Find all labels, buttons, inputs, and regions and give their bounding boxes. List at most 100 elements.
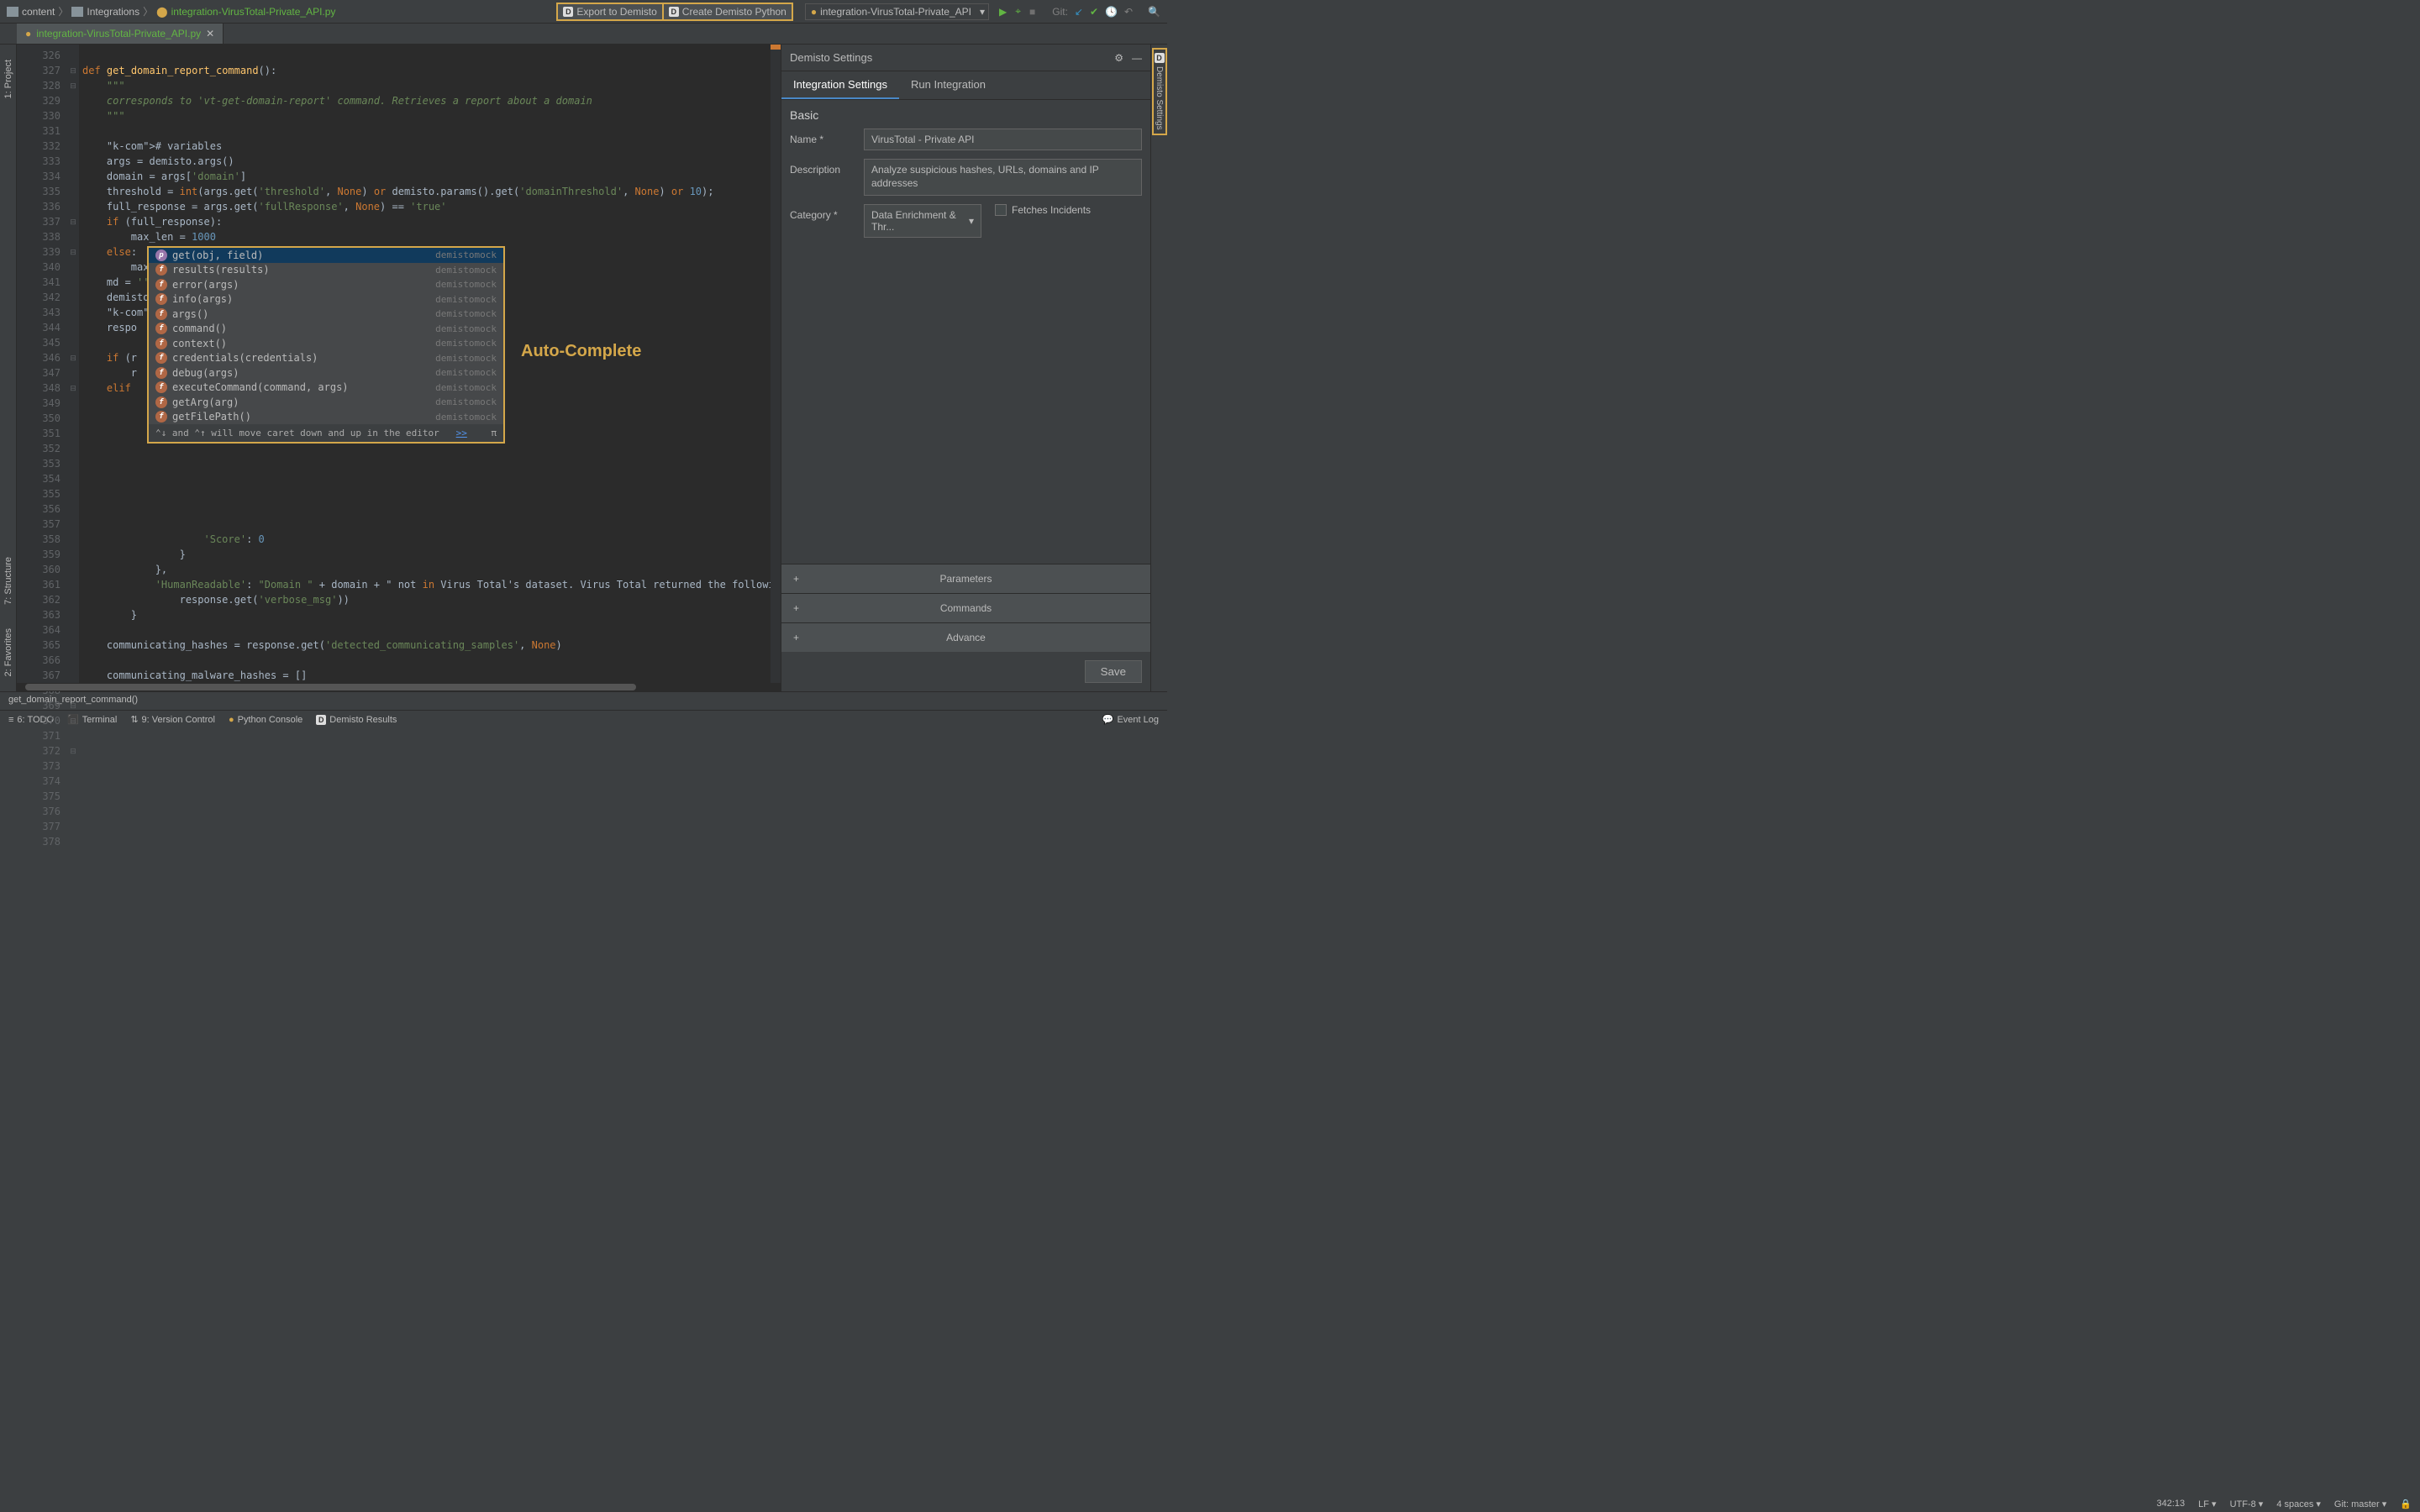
indent[interactable]: 4 spaces ▾ [2276, 1499, 2321, 1509]
demisto-settings-panel: Demisto Settings ⚙ — Integration Setting… [781, 45, 1150, 691]
run-icon[interactable]: ▶ [999, 6, 1007, 18]
search-icon[interactable]: 🔍 [1148, 6, 1160, 18]
demisto-icon: D [563, 7, 573, 17]
accordion-label: Parameters [939, 573, 992, 585]
button-label: Export to Demisto [576, 6, 656, 18]
autocomplete-item[interactable]: pget(obj, field)demistomock [149, 248, 503, 263]
advance-accordion[interactable]: + Advance [781, 622, 1150, 652]
navigation-bar: content 〉 Integrations 〉 ⬤ integration-V… [0, 0, 1167, 24]
chevron-right-icon: 〉 [58, 4, 68, 18]
gear-icon[interactable]: ⚙ [1114, 52, 1123, 64]
parameters-accordion[interactable]: + Parameters [781, 564, 1150, 593]
git-label: Git: [1052, 6, 1068, 18]
python-icon: ● [811, 6, 817, 18]
save-button[interactable]: Save [1085, 660, 1142, 683]
autocomplete-item[interactable]: fresults(results)demistomock [149, 263, 503, 278]
autocomplete-item[interactable]: fcredentials(credentials)demistomock [149, 351, 503, 366]
name-label: Name * [790, 129, 857, 145]
line-separator[interactable]: LF ▾ [2198, 1499, 2216, 1509]
panel-title: Demisto Settings [790, 51, 872, 64]
git-history-icon[interactable]: 🕓 [1105, 6, 1118, 18]
editor[interactable]: 3263273283293303313323333343353363373383… [17, 45, 781, 691]
python-icon: ⬤ [156, 6, 167, 18]
project-tool[interactable]: 1: Project [2, 53, 15, 105]
status-bar: ≡6: TODO ⬛Terminal ⇅9: Version Control ●… [0, 710, 1167, 728]
autocomplete-item[interactable]: fargs()demistomock [149, 307, 503, 322]
autocomplete-item[interactable]: fexecuteCommand(command, args)demistomoc… [149, 381, 503, 396]
autocomplete-popup: pget(obj, field)demistomockfresults(resu… [147, 246, 505, 444]
tab-integration-settings[interactable]: Integration Settings [781, 71, 899, 99]
description-label: Description [790, 159, 857, 176]
autocomplete-item[interactable]: fcommand()demistomock [149, 322, 503, 337]
breadcrumb-label: Integrations [87, 6, 139, 18]
plus-icon: + [793, 602, 799, 614]
git-branch[interactable]: Git: master ▾ [2334, 1499, 2386, 1509]
breadcrumb-root[interactable]: content [7, 6, 55, 18]
name-input[interactable]: VirusTotal - Private API [864, 129, 1142, 150]
demisto-results-tool[interactable]: DDemisto Results [316, 715, 397, 725]
accordion-label: Commands [940, 602, 992, 614]
event-log[interactable]: 💬Event Log [1102, 714, 1159, 725]
favorites-tool[interactable]: 2: Favorites [2, 622, 15, 683]
stop-icon[interactable]: ■ [1029, 6, 1035, 18]
lock-icon[interactable]: 🔒 [2400, 1499, 2412, 1509]
close-icon[interactable]: ✕ [206, 28, 214, 39]
demisto-icon: D [1155, 53, 1165, 63]
autocomplete-item[interactable]: finfo(args)demistomock [149, 292, 503, 307]
tool-label: Demisto Settings [1155, 66, 1164, 130]
right-tool-strip: D Demisto Settings [1150, 45, 1167, 691]
error-stripe[interactable] [771, 45, 781, 691]
status-info: 342:13 LF ▾ UTF-8 ▾ 4 spaces ▾ Git: mast… [2148, 1495, 2420, 1512]
autocomplete-item[interactable]: ferror(args)demistomock [149, 277, 503, 292]
minimize-icon[interactable]: — [1132, 52, 1142, 64]
git-revert-icon[interactable]: ↶ [1124, 6, 1133, 18]
folder-icon [71, 7, 83, 17]
structure-tool[interactable]: 7: Structure [2, 550, 15, 612]
autocomplete-item[interactable]: fgetFilePath()demistomock [149, 410, 503, 425]
fold-gutter: ⊟⊟⊟⊟⊟⊟⊟⊟⊟ [67, 45, 79, 691]
breadcrumb-file[interactable]: ⬤ integration-VirusTotal-Private_API.py [156, 6, 335, 18]
accordion-label: Advance [946, 632, 986, 643]
demisto-settings-tool[interactable]: D Demisto Settings [1152, 48, 1167, 135]
autocomplete-item[interactable]: fgetArg(arg)demistomock [149, 395, 503, 410]
export-demisto-button[interactable]: D Export to Demisto [556, 3, 663, 21]
create-demisto-button[interactable]: D Create Demisto Python [664, 3, 793, 21]
button-label: Create Demisto Python [682, 6, 786, 18]
fetches-label: Fetches Incidents [1012, 204, 1091, 216]
fetches-checkbox[interactable] [995, 204, 1007, 216]
toolbar-buttons: D Export to Demisto D Create Demisto Pyt… [556, 3, 1160, 21]
breadcrumb-label: content [22, 6, 55, 18]
folder-icon [7, 7, 18, 17]
tab-label: integration-VirusTotal-Private_API.py [36, 28, 201, 39]
plus-icon: + [793, 632, 799, 643]
commands-accordion[interactable]: + Commands [781, 593, 1150, 622]
description-input[interactable]: Analyze suspicious hashes, URLs, domains… [864, 159, 1142, 196]
editor-tab[interactable]: ● integration-VirusTotal-Private_API.py … [17, 24, 224, 44]
git-commit-icon[interactable]: ✔ [1090, 6, 1098, 18]
debug-icon[interactable]: ⌖ [1015, 5, 1021, 18]
autocomplete-item[interactable]: fcontext()demistomock [149, 336, 503, 351]
plus-icon: + [793, 573, 799, 585]
category-select[interactable]: Data Enrichment & Thr... [864, 204, 981, 238]
python-console-tool[interactable]: ●Python Console [229, 715, 302, 725]
run-config-select[interactable]: ● integration-VirusTotal-Private_API [805, 3, 989, 20]
navigation-breadcrumb[interactable]: get_domain_report_command() [0, 691, 1167, 710]
caret-position[interactable]: 342:13 [2156, 1499, 2185, 1509]
demisto-icon: D [316, 715, 326, 725]
editor-tabs: ● integration-VirusTotal-Private_API.py … [0, 24, 1167, 45]
breadcrumbs: content 〉 Integrations 〉 ⬤ integration-V… [7, 4, 553, 18]
tab-run-integration[interactable]: Run Integration [899, 71, 997, 99]
encoding[interactable]: UTF-8 ▾ [2230, 1499, 2264, 1509]
demisto-icon: D [669, 7, 679, 17]
breadcrumb-folder[interactable]: Integrations [71, 6, 139, 18]
left-tool-strip: 1: Project 7: Structure 2: Favorites [0, 45, 17, 691]
python-icon: ● [25, 28, 31, 39]
git-update-icon[interactable]: ↙ [1075, 6, 1083, 18]
autocomplete-item[interactable]: fdebug(args)demistomock [149, 365, 503, 381]
breadcrumb-label: integration-VirusTotal-Private_API.py [171, 6, 336, 18]
category-label: Category * [790, 204, 857, 221]
line-gutter: 3263273283293303313323333343353363373383… [17, 45, 67, 691]
horizontal-scrollbar[interactable] [25, 684, 636, 690]
version-control-tool[interactable]: ⇅9: Version Control [130, 714, 215, 725]
annotation-label: Auto-Complete [521, 342, 641, 361]
